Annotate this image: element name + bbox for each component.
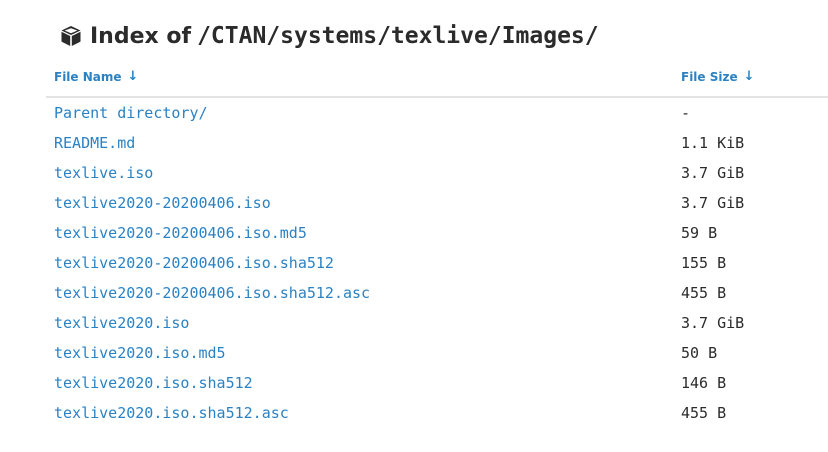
file-link[interactable]: texlive2020-20200406.iso.md5 <box>54 218 307 248</box>
file-row: texlive.iso 3.7 GiB <box>0 158 828 188</box>
file-size: 146 B <box>681 374 727 392</box>
file-size: 155 B <box>681 254 727 272</box>
file-row: texlive2020-20200406.iso.sha512.asc 455 … <box>0 278 828 308</box>
file-link[interactable]: texlive2020.iso <box>54 308 189 338</box>
file-size-column-label: File Size <box>681 69 738 84</box>
file-size: 455 B <box>681 404 727 422</box>
file-link[interactable]: texlive2020-20200406.iso.sha512.asc <box>54 278 370 308</box>
file-link[interactable]: texlive2020.iso.sha512 <box>54 368 253 398</box>
file-row: texlive2020-20200406.iso.md5 59 B <box>0 218 828 248</box>
file-size: 3.7 GiB <box>681 314 745 332</box>
file-size: 50 B <box>681 344 718 362</box>
file-row: texlive2020.iso.md5 50 B <box>0 338 828 368</box>
file-size: 1.1 KiB <box>681 134 745 152</box>
file-row: texlive2020.iso.sha512 146 B <box>0 368 828 398</box>
file-size: 3.7 GiB <box>681 194 745 212</box>
sort-by-name-header[interactable]: File Name ↓ <box>54 69 138 84</box>
file-link[interactable]: README.md <box>54 128 135 158</box>
file-size: - <box>681 104 691 122</box>
file-size: 59 B <box>681 224 718 242</box>
arrow-down-icon: ↓ <box>743 69 755 84</box>
parent-directory-link[interactable]: Parent directory/ <box>54 98 208 128</box>
file-row: texlive2020-20200406.iso 3.7 GiB <box>0 188 828 218</box>
file-row: README.md 1.1 KiB <box>0 128 828 158</box>
file-row: texlive2020.iso.sha512.asc 455 B <box>0 398 828 428</box>
arrow-down-icon: ↓ <box>127 69 139 84</box>
page-title-prefix: Index of <box>90 23 192 49</box>
page-header: Index of /CTAN/systems/texlive/Images/ <box>60 19 599 53</box>
file-list: Parent directory/ - README.md 1.1 KiB te… <box>0 98 828 428</box>
file-size: 455 B <box>681 284 727 302</box>
page-title-path: /CTAN/systems/texlive/Images/ <box>197 23 599 49</box>
file-link[interactable]: texlive2020.iso.sha512.asc <box>54 398 289 428</box>
file-link[interactable]: texlive2020-20200406.iso <box>54 188 271 218</box>
file-link[interactable]: texlive2020.iso.md5 <box>54 338 226 368</box>
file-link[interactable]: texlive.iso <box>54 158 153 188</box>
sort-by-size-header[interactable]: File Size ↓ <box>681 69 755 84</box>
file-size: 3.7 GiB <box>681 164 745 182</box>
file-row: Parent directory/ - <box>0 98 828 128</box>
cube-icon <box>60 25 82 47</box>
file-name-column-label: File Name <box>54 69 122 84</box>
file-row: texlive2020.iso 3.7 GiB <box>0 308 828 338</box>
file-row: texlive2020-20200406.iso.sha512 155 B <box>0 248 828 278</box>
file-link[interactable]: texlive2020-20200406.iso.sha512 <box>54 248 334 278</box>
